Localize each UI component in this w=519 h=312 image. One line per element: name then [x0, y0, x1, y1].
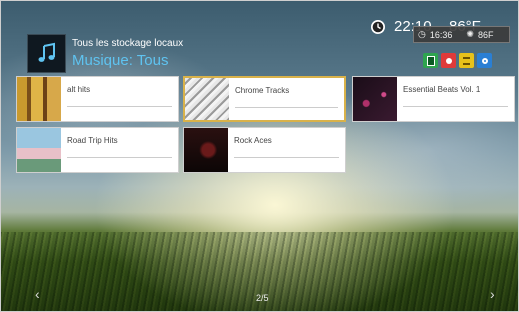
music-note-icon	[27, 34, 66, 73]
album-title: alt hits	[67, 85, 91, 94]
album-card[interactable]: Rock Aces	[183, 127, 346, 173]
popup-weather: 86F	[477, 29, 494, 40]
list-icon	[463, 56, 470, 65]
album-card[interactable]: Chrome Tracks	[183, 76, 346, 122]
divider	[234, 157, 339, 158]
album-card[interactable]: alt hits	[16, 76, 179, 122]
page-indicator: 2/5	[256, 293, 269, 303]
yellow-button[interactable]	[459, 53, 474, 68]
sun-icon: ✺	[466, 29, 474, 39]
status-popup: ◷ 16:36 ✺ 86F	[413, 26, 510, 43]
album-cover	[184, 128, 228, 172]
blue-button[interactable]	[477, 53, 492, 68]
album-cover	[17, 128, 61, 172]
clock-small-icon: ◷	[418, 29, 426, 39]
color-button-bar	[423, 53, 492, 68]
clock-icon	[371, 20, 385, 34]
divider	[67, 106, 172, 107]
search-icon	[481, 57, 488, 64]
previous-page-icon[interactable]: ‹	[35, 286, 40, 302]
red-button[interactable]	[441, 53, 456, 68]
divider	[403, 106, 508, 107]
album-title: Chrome Tracks	[235, 86, 290, 95]
popup-time: 16:36	[429, 29, 453, 40]
album-card[interactable]: Essential Beats Vol. 1	[352, 76, 515, 122]
divider	[67, 157, 172, 158]
divider	[235, 107, 338, 108]
page-title: Musique: Tous	[72, 52, 169, 69]
album-cover	[353, 77, 397, 121]
album-card[interactable]: Road Trip Hits	[16, 127, 179, 173]
album-cover	[17, 77, 61, 121]
exit-icon	[426, 55, 435, 66]
album-cover	[185, 78, 229, 120]
green-button[interactable]	[423, 53, 438, 68]
media-browser-screen: Tous les stockage locaux Musique: Tous 2…	[0, 0, 519, 312]
options-icon	[445, 57, 452, 64]
album-title: Rock Aces	[234, 136, 272, 145]
album-title: Essential Beats Vol. 1	[403, 85, 481, 94]
next-page-icon[interactable]: ›	[490, 286, 495, 302]
source-label: Tous les stockage locaux	[72, 38, 184, 49]
album-title: Road Trip Hits	[67, 136, 118, 145]
